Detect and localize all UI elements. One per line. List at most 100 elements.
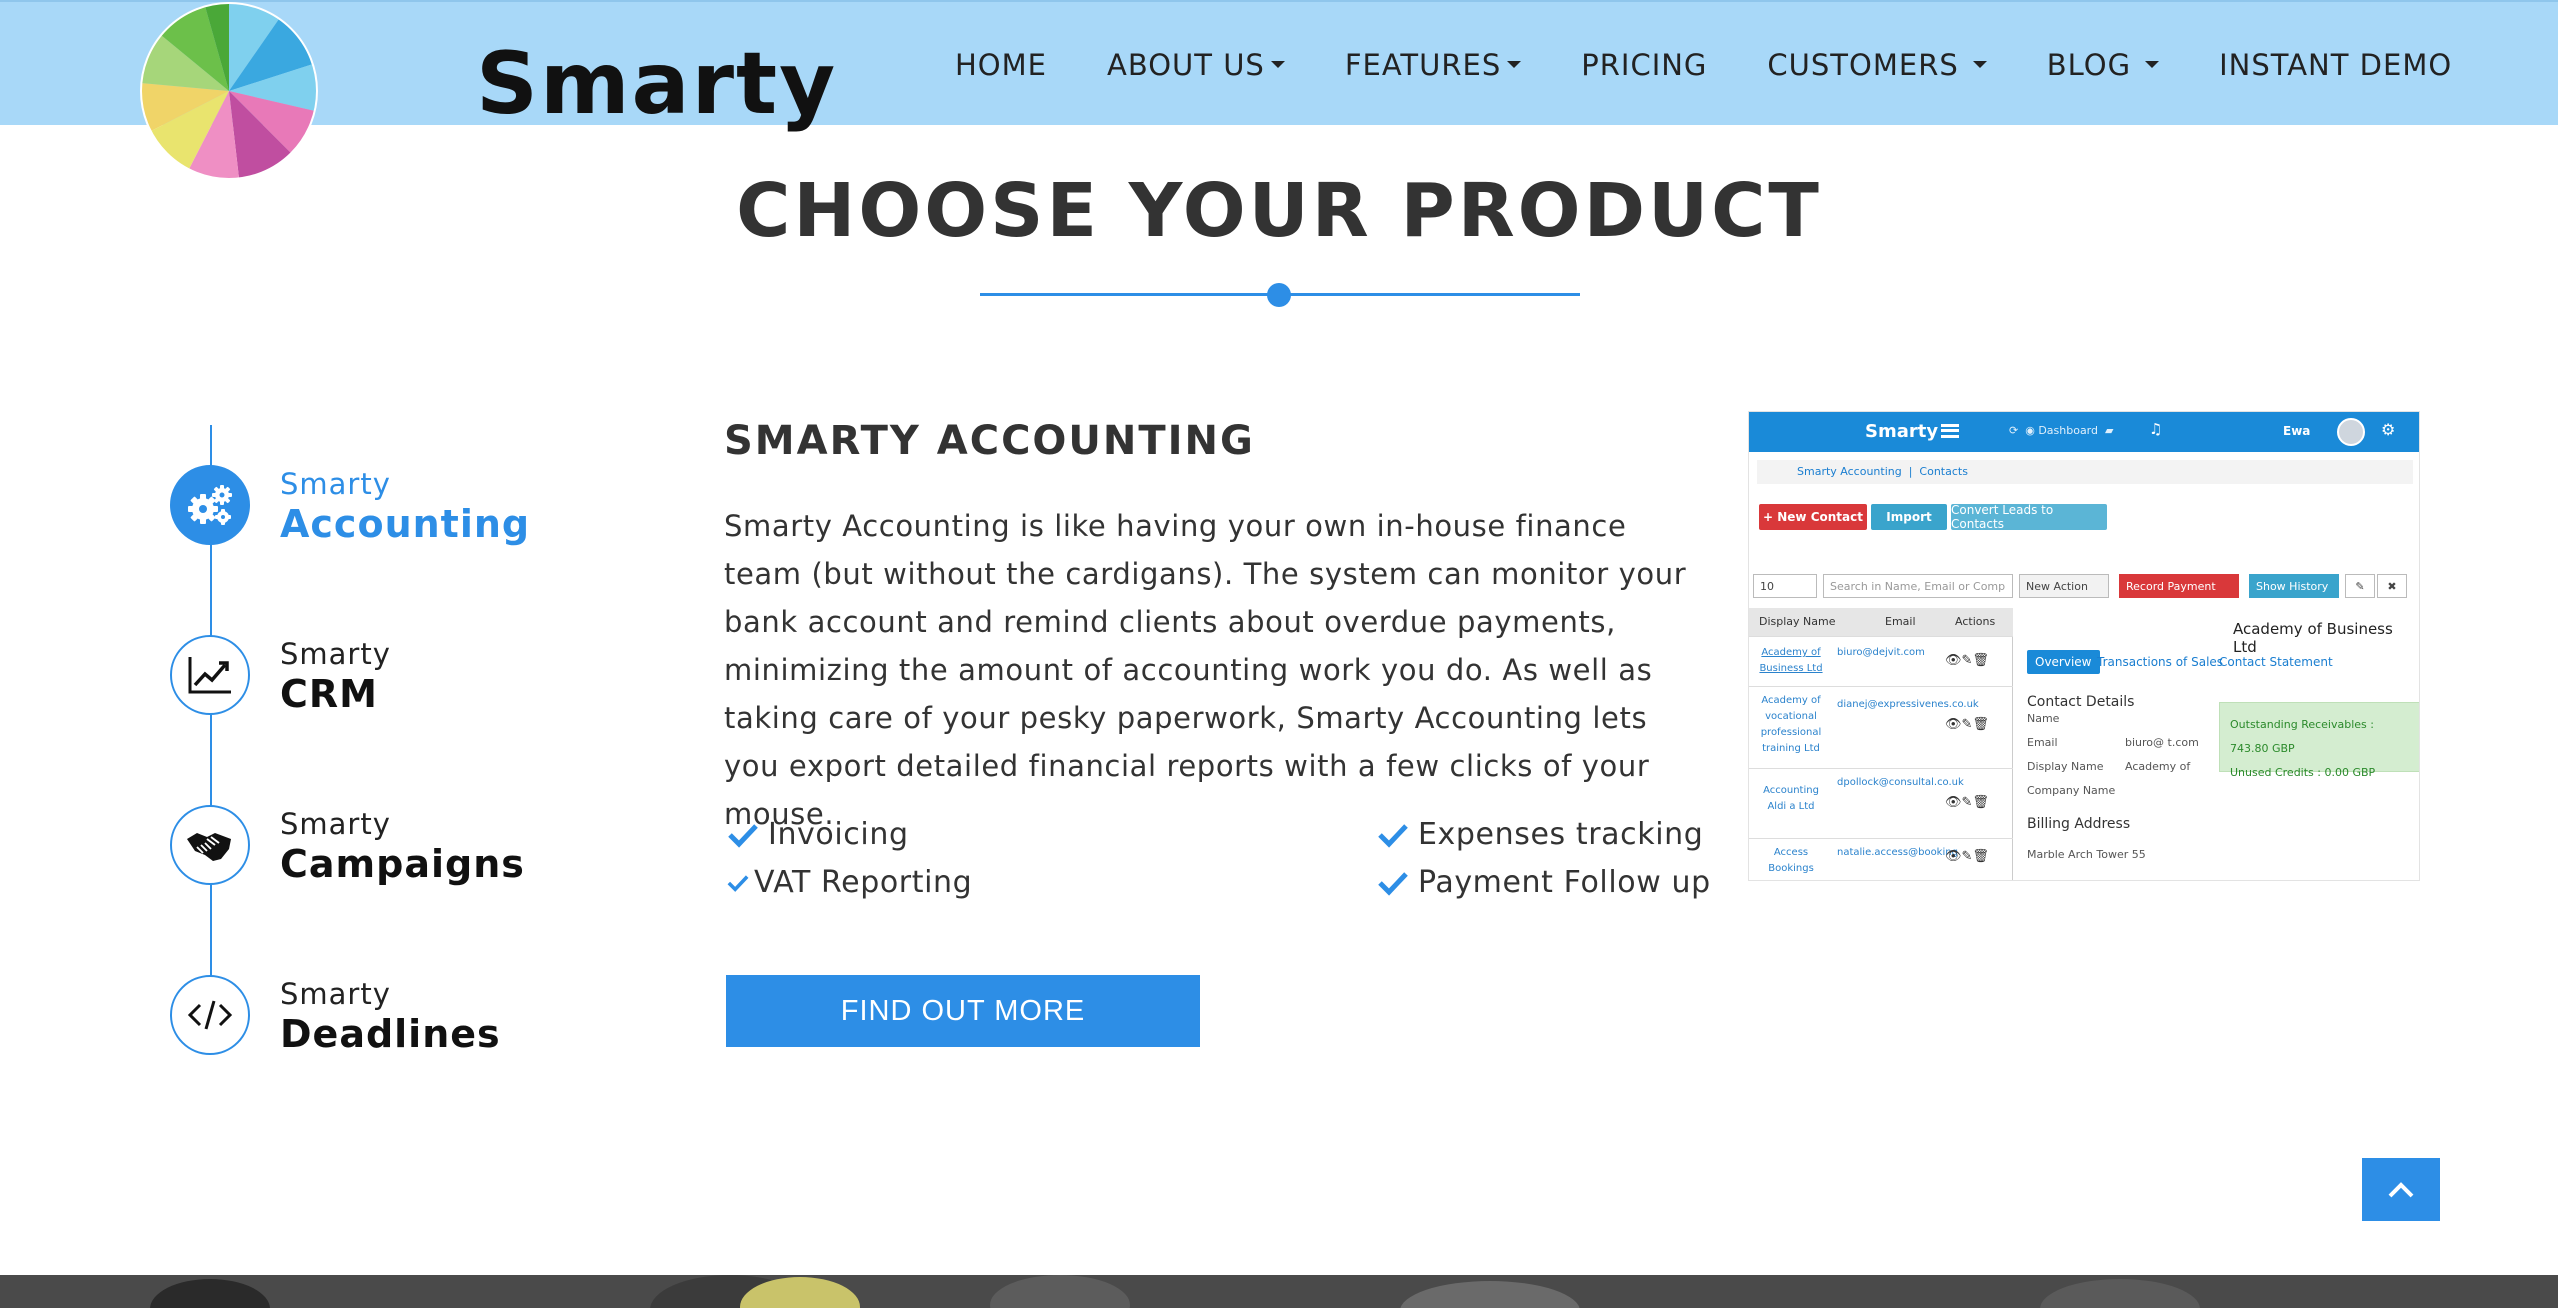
shot-cell: Academy of Business Ltd [1759,647,1823,674]
photo-shape [1400,1281,1580,1308]
gear-icon: ⚙ [2381,420,2396,439]
chevron-down-icon [2145,61,2160,68]
product-prefix: Smarty [280,467,391,501]
product-tab-crm[interactable]: Smarty CRM [170,635,590,725]
product-tab-deadlines[interactable]: Smarty Deadlines [170,975,590,1065]
shot-label: Email [2027,736,2058,749]
shot-value: Academy of [2125,760,2191,773]
shot-table-header: Display Name Email Actions [1749,608,2013,636]
shot-cell: Access Bookings [1768,847,1814,874]
product-name: Accounting [280,502,531,546]
nav-instant-demo[interactable]: INSTANT DEMO [2219,48,2452,82]
shot-label: Display Name [2027,760,2104,773]
shot-convert-button: Convert Leads to Contacts [1951,503,2107,531]
chart-trend-icon [188,657,231,694]
pencil-icon: ✎ [2345,574,2375,598]
shot-table-row: Accounting Aldi a Ltd dpollock@consultal… [1749,768,2013,838]
shot-outstanding: Outstanding Receivables : 743.80 GBP [2230,718,2374,755]
product-detail-title: SMARTY ACCOUNTING [724,418,1255,464]
feature-label: Expenses tracking [1418,817,1704,852]
shot-search: Search in Name, Email or Comp [1823,574,2013,598]
nav-customers[interactable]: CUSTOMERS [1767,48,1987,82]
shot-billing-heading: Billing Address [2027,816,2131,832]
shot-page-size: 10 [1753,574,1817,598]
product-tab-deadlines-text: Smarty Deadlines [280,977,501,1057]
product-tab-crm-text: Smarty CRM [280,637,391,717]
next-section-photo [0,1275,2558,1308]
title-divider-dot [1267,283,1291,307]
feature-label: Invoicing [768,817,909,852]
feature-item: Expenses tracking [1376,817,1703,852]
handshake-icon [187,833,231,861]
product-tab-campaigns-circle [170,805,250,885]
product-name: CRM [280,672,378,716]
product-tab-accounting[interactable]: Smarty Accounting [170,465,590,555]
product-tab-campaigns[interactable]: Smarty Campaigns [170,805,590,895]
shot-value: biuro@ t.com [2125,736,2199,749]
logo-wordmark: Smarty [476,34,838,134]
nav-blog[interactable]: BLOG [2047,48,2160,82]
check-icon [1378,823,1408,848]
shot-label: Name [2027,712,2060,725]
shot-show-history: Show History [2249,574,2339,598]
photo-shape [150,1279,270,1308]
logo-pinwheel-icon [140,2,318,180]
shot-contacts-table: Display Name Email Actions Academy of Bu… [1749,608,2013,880]
shot-tab-transactions: Transactions of Sales [2097,655,2224,669]
shot-balance-box: Outstanding Receivables : 743.80 GBP Unu… [2219,702,2419,779]
shot-record-payment: Record Payment [2119,574,2239,598]
nav-pricing[interactable]: PRICING [1581,48,1707,82]
nav-pricing-label: PRICING [1581,47,1708,82]
check-icon [1378,871,1408,896]
nav-home[interactable]: HOME [955,48,1047,82]
feature-item: Invoicing [726,817,909,852]
chevron-down-icon [1270,61,1285,68]
shot-tab-overview: Overview [2027,650,2100,674]
shot-unused-credits: Unused Credits : 0.00 GBP [2230,766,2376,779]
shot-dashboard-label: Dashboard [2038,424,2098,437]
shot-col-header: Actions [1955,615,1996,628]
product-screenshot: Smarty ⟳ ◉ Dashboard ▰ ♫ Ewa ⚙ Smarty Ac… [1748,411,2420,881]
product-name: Deadlines [280,1012,501,1056]
find-out-more-button[interactable]: FIND OUT MORE [726,975,1200,1047]
chevron-down-icon [1972,61,1987,68]
nav-about-label: ABOUT US [1106,47,1265,82]
shot-import-button: Import [1871,504,1947,530]
product-tab-campaigns-text: Smarty Campaigns [280,807,525,887]
product-tab-accounting-circle [170,465,250,545]
feature-item: VAT Reporting [726,865,972,900]
brand-logo[interactable]: Smarty [138,0,835,182]
chevron-up-icon [2388,1181,2414,1197]
check-icon [727,874,749,892]
product-name: Campaigns [280,842,525,886]
product-prefix: Smarty [280,807,391,841]
bell-icon: ♫ [2149,420,2163,438]
nav-instant-demo-label: INSTANT DEMO [2219,47,2453,82]
shot-row-actions: 👁✎🗑 [1945,795,1989,810]
check-icon [728,823,758,848]
shot-brand: Smarty [1865,421,1939,442]
shot-label: Company Name [2027,784,2116,797]
shot-contact-details-heading: Contact Details [2027,694,2135,710]
nav-menu: HOME ABOUT US FEATURES PRICING CUSTOMERS… [955,2,2452,127]
back-to-top-button[interactable] [2362,1158,2440,1221]
product-tab-accounting-text: Smarty Accounting [280,467,530,547]
photo-shape [2040,1279,2200,1308]
nav-home-label: HOME [955,47,1047,82]
shot-cell: dpollock@consultal.co.uk [1837,777,1964,788]
nav-features[interactable]: FEATURES [1345,48,1522,82]
feature-label: VAT Reporting [754,865,973,900]
nav-about-us[interactable]: ABOUT US [1107,48,1285,82]
shot-crumb-item: Contacts [1919,465,1968,478]
shot-new-contact-button: + New Contact [1759,504,1867,530]
shot-table-row: Academy of Business Ltd biuro@dejvit.com… [1749,636,2013,686]
shot-cell: natalie.access@booking [1837,847,1958,858]
shot-col-header: Display Name [1759,615,1836,628]
shot-cell: Academy of vocational professional train… [1760,695,1822,754]
shot-user: Ewa [2283,424,2311,438]
shot-col-header: Email [1885,615,1916,628]
chevron-down-icon [1507,61,1522,68]
shot-table-row: Access Bookings natalie.access@booking 👁… [1749,838,2013,880]
menu-icon [1941,424,1959,438]
feature-item: Payment Follow up [1376,865,1711,900]
